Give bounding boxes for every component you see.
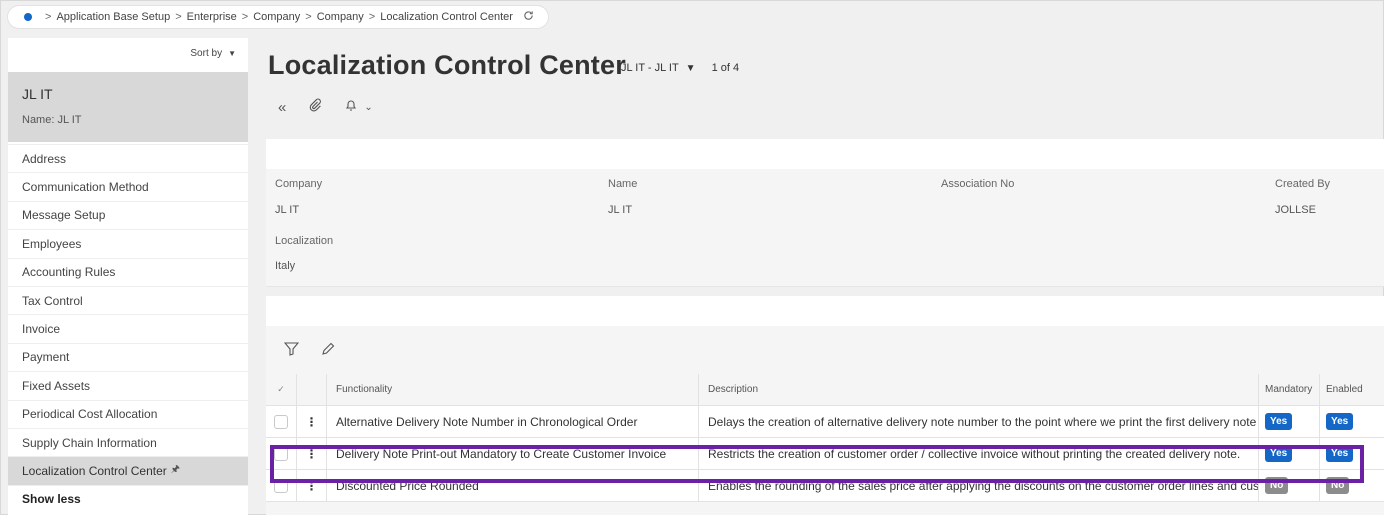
show-less-button[interactable]: Show less <box>8 484 248 513</box>
chevron-right-icon: > <box>241 11 249 23</box>
breadcrumb-item[interactable]: Company <box>317 11 364 23</box>
record-subtitle: Name: JL IT <box>22 114 82 126</box>
company-label: Company <box>275 178 323 190</box>
functionality-table: ✓ Functionality Description Mandatory En… <box>266 374 1384 502</box>
breadcrumb-item[interactable]: Localization Control Center <box>380 11 513 23</box>
functionality-cell: Delivery Note Print-out Mandatory to Cre… <box>327 438 699 469</box>
sidebar-item-address[interactable]: Address <box>8 144 248 172</box>
mandatory-cell: Yes <box>1259 406 1320 437</box>
breadcrumb: > Application Base Setup > Enterprise > … <box>8 6 548 28</box>
table-row[interactable]: ⋮ Alternative Delivery Note Number in Ch… <box>266 406 1384 438</box>
caret-down-icon[interactable]: ▼ <box>686 63 696 74</box>
column-header-description[interactable]: Description <box>699 374 1259 405</box>
breadcrumb-item[interactable]: Enterprise <box>187 11 237 23</box>
breadcrumb-item[interactable]: Application Base Setup <box>56 11 170 23</box>
sidebar-item-supply-chain-information[interactable]: Supply Chain Information <box>8 427 248 456</box>
row-checkbox[interactable] <box>274 414 288 429</box>
record-count: 1 of 4 <box>711 62 740 74</box>
breadcrumb-item[interactable]: Company <box>253 11 300 23</box>
functionality-cell: Alternative Delivery Note Number in Chro… <box>327 406 699 437</box>
description-cell: Restricts the creation of customer order… <box>699 438 1259 469</box>
row-checkbox[interactable] <box>274 478 288 493</box>
sidebar-item-periodical-cost-allocation[interactable]: Periodical Cost Allocation <box>8 399 248 428</box>
caret-down-icon: ▼ <box>228 49 236 58</box>
sidebar-item-invoice[interactable]: Invoice <box>8 314 248 342</box>
enabled-cell: Yes <box>1320 406 1384 437</box>
chevron-down-icon[interactable]: ⌄ <box>364 102 372 113</box>
mandatory-badge: Yes <box>1265 413 1293 430</box>
table-header-row: ✓ Functionality Description Mandatory En… <box>266 374 1384 406</box>
sort-by-button[interactable]: Sort by ▼ <box>190 48 236 59</box>
page-title: Localization Control Center <box>268 50 626 80</box>
sidebar-item-payment[interactable]: Payment <box>8 342 248 371</box>
localization-label: Localization <box>275 235 334 247</box>
association-no-label: Association No <box>941 178 1015 190</box>
column-header-functionality[interactable]: Functionality <box>327 374 699 405</box>
created-by-label: Created By <box>1275 178 1331 190</box>
name-label: Name <box>608 178 638 190</box>
chevron-right-icon: > <box>175 11 182 23</box>
company-value: JL IT <box>275 204 300 216</box>
record-header[interactable]: JL IT Name: JL IT <box>8 72 248 142</box>
filter-icon[interactable] <box>283 342 300 360</box>
sidebar-item-message-setup[interactable]: Message Setup <box>8 200 248 229</box>
mandatory-badge: No <box>1265 477 1289 494</box>
sidebar-nav: Address Communication Method Message Set… <box>8 144 248 513</box>
row-select-cell <box>266 406 297 437</box>
pin-icon[interactable]: 🖈 <box>171 462 180 479</box>
row-menu-icon[interactable]: ⋮ <box>297 470 327 501</box>
attachment-icon[interactable] <box>308 98 322 116</box>
localization-value: Italy <box>275 260 296 272</box>
row-menu-header <box>297 374 327 405</box>
enabled-badge: No <box>1326 477 1350 494</box>
sort-by-label: Sort by <box>190 48 223 59</box>
record-context: JL IT - JL IT <box>621 62 679 74</box>
row-menu-icon[interactable]: ⋮ <box>297 438 327 469</box>
page-toolbar: « ⌄ <box>278 98 373 116</box>
row-select-cell <box>266 470 297 501</box>
record-title: JL IT <box>22 86 53 102</box>
created-by-value: JOLLSE <box>1275 204 1316 216</box>
sidebar-item-tax-control[interactable]: Tax Control <box>8 285 248 314</box>
select-all-checkbox[interactable]: ✓ <box>266 374 297 405</box>
row-menu-icon[interactable]: ⋮ <box>297 406 327 437</box>
column-header-mandatory[interactable]: Mandatory <box>1259 374 1320 405</box>
functionality-cell: Discounted Price Rounded <box>327 470 699 501</box>
check-icon: ✓ <box>277 384 285 394</box>
enabled-cell: No <box>1320 470 1384 501</box>
table-toolbar <box>283 342 335 360</box>
row-select-cell <box>266 438 297 469</box>
enabled-badge: Yes <box>1326 413 1354 430</box>
sidebar-item-localization-control-center[interactable]: Localization Control Center 🖈 <box>8 456 248 485</box>
bell-icon[interactable] <box>344 98 358 116</box>
sidebar-item-label: Localization Control Center <box>22 463 167 478</box>
record-selector[interactable]: JL IT - JL IT ▼ 1 of 4 <box>621 62 739 74</box>
mandatory-cell: Yes <box>1259 438 1320 469</box>
mandatory-cell: No <box>1259 470 1320 501</box>
chevron-right-icon: > <box>368 11 376 23</box>
description-cell: Delays the creation of alternative deliv… <box>699 406 1259 437</box>
refresh-icon[interactable] <box>523 10 534 24</box>
enabled-cell: Yes <box>1320 438 1384 469</box>
sidebar: Sort by ▼ JL IT Name: JL IT Address Commu… <box>8 38 248 515</box>
table-row[interactable]: ⋮ Discounted Price Rounded Enables the r… <box>266 470 1384 502</box>
sidebar-item-communication-method[interactable]: Communication Method <box>8 172 248 200</box>
chevron-right-icon: > <box>305 11 312 23</box>
sidebar-item-accounting-rules[interactable]: Accounting Rules <box>8 257 248 286</box>
column-header-enabled[interactable]: Enabled <box>1320 374 1384 405</box>
chevron-right-icon: > <box>45 11 52 23</box>
enabled-badge: Yes <box>1326 445 1354 462</box>
mandatory-badge: Yes <box>1265 445 1293 462</box>
header-fields-card <box>266 139 1384 287</box>
description-cell: Enables the rounding of the sales price … <box>699 470 1259 501</box>
name-value: JL IT <box>608 204 633 216</box>
home-icon[interactable] <box>24 13 32 21</box>
table-row[interactable]: ⋮ Delivery Note Print-out Mandatory to C… <box>266 438 1384 470</box>
collapse-icon[interactable]: « <box>278 99 286 116</box>
row-checkbox[interactable] <box>274 446 288 461</box>
sidebar-item-employees[interactable]: Employees <box>8 229 248 257</box>
edit-icon[interactable] <box>321 342 335 360</box>
sidebar-item-fixed-assets[interactable]: Fixed Assets <box>8 371 248 399</box>
